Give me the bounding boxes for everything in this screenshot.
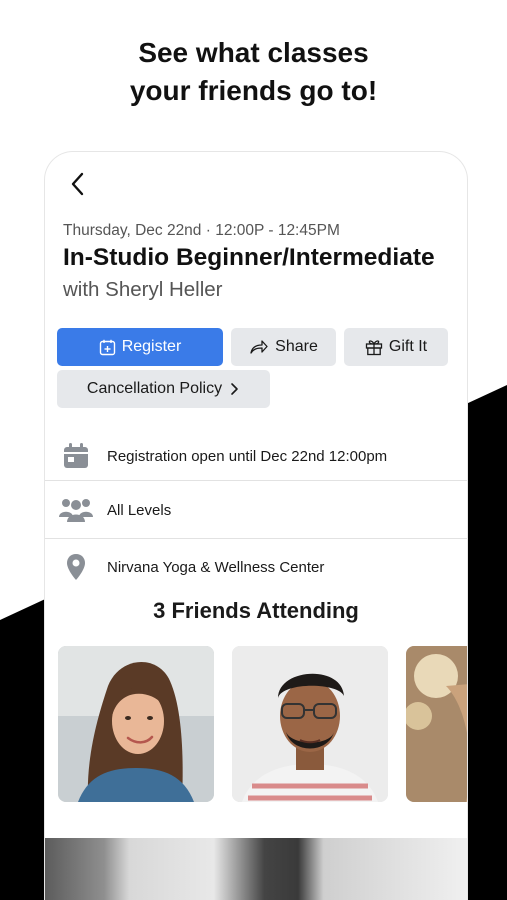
share-arrow-icon — [250, 340, 268, 354]
register-label: Register — [121, 338, 182, 355]
promo-headline: See what classes your friends go to! — [0, 34, 507, 110]
back-button[interactable] — [65, 170, 89, 198]
gift-icon — [365, 340, 383, 356]
class-datetime: Thursday, Dec 22nd · 12:00P - 12:45PM — [63, 222, 340, 239]
location-info-row[interactable]: Nirvana Yoga & Wellness Center — [45, 539, 467, 595]
share-button[interactable]: Share — [231, 328, 336, 366]
level-text: All Levels — [107, 501, 172, 519]
register-button[interactable]: Register — [57, 328, 223, 366]
location-pin-icon — [45, 553, 107, 581]
gift-button[interactable]: Gift It — [344, 328, 448, 366]
cancellation-policy-button[interactable]: Cancellation Policy — [57, 370, 270, 408]
friend-avatar[interactable] — [58, 646, 214, 802]
people-icon — [45, 497, 107, 523]
location-text: Nirvana Yoga & Wellness Center — [107, 558, 325, 576]
phone-screen: Thursday, Dec 22nd · 12:00P - 12:45PM In… — [45, 152, 467, 900]
friend-avatar[interactable] — [232, 646, 388, 802]
registration-text: Registration open until Dec 22nd 12:00pm — [107, 447, 388, 465]
gift-label: Gift It — [388, 338, 428, 355]
class-title: In-Studio Beginner/Intermediate — [63, 244, 435, 271]
friend-avatar[interactable] — [406, 646, 467, 802]
level-info-row: All Levels — [45, 482, 467, 538]
share-label: Share — [275, 338, 318, 355]
calendar-plus-icon — [99, 339, 115, 355]
cancellation-label: Cancellation Policy — [86, 380, 223, 397]
headline-line-1: See what classes — [138, 37, 369, 68]
headline-line-2: your friends go to! — [129, 75, 378, 106]
studio-photo — [45, 838, 467, 900]
chevron-right-icon — [231, 383, 238, 395]
divider — [45, 480, 467, 481]
friends-attending-title: 3 Friends Attending — [153, 598, 359, 623]
registration-info-row: Registration open until Dec 22nd 12:00pm — [45, 428, 467, 484]
calendar-icon — [45, 442, 107, 470]
back-chevron-icon — [71, 172, 84, 196]
class-instructor: with Sheryl Heller — [63, 278, 223, 301]
